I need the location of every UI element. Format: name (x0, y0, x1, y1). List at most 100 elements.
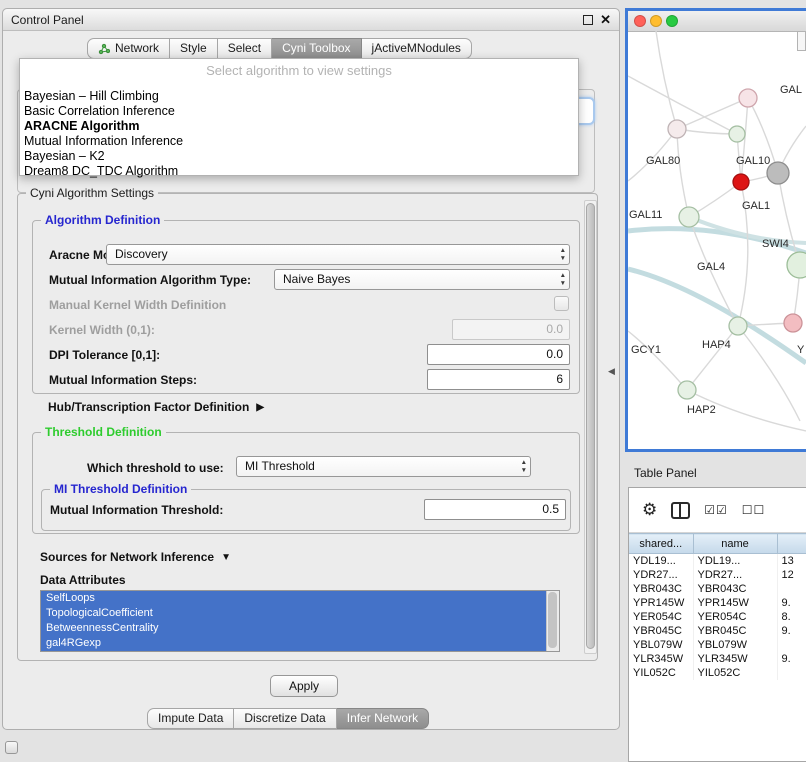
node-table: shared...name YDL19...YDL19...13YDR27...… (629, 533, 806, 680)
tab-discretize-data[interactable]: Discretize Data (234, 708, 336, 729)
network-node-label: HAP2 (687, 404, 716, 416)
network-edge[interactable] (656, 31, 677, 129)
network-node[interactable] (767, 162, 789, 184)
splitter-collapse-arrow[interactable]: ◀ (608, 366, 615, 377)
network-node[interactable] (729, 317, 747, 335)
kernel-width-field[interactable]: 0.0 (452, 319, 570, 340)
table-row[interactable]: YDR27...YDR27...12 (629, 568, 806, 582)
which-threshold-select[interactable]: MI Threshold ▲▼ (236, 456, 531, 477)
collapsed-panel-icon[interactable] (5, 741, 18, 754)
algorithm-option[interactable]: Dream8 DC_TDC Algorithm (20, 164, 578, 179)
attribute-row[interactable]: BetweennessCentrality (41, 621, 547, 636)
algorithm-definition-title: Algorithm Definition (41, 213, 164, 228)
which-threshold-label: Which threshold to use: (87, 461, 224, 475)
network-canvas[interactable]: GALGAL80GAL10GAL11GAL1SWI4GAL4GCY1HAP4HA… (628, 31, 806, 452)
network-edge[interactable] (677, 129, 689, 217)
table-row[interactable]: YBR045CYBR045C9. (629, 624, 806, 638)
deselect-all-rows-icon[interactable]: ☐☐ (742, 503, 766, 517)
table-row[interactable]: YIL052CYIL052C (629, 666, 806, 680)
table-row[interactable]: YLR345WYLR345W9. (629, 652, 806, 666)
tab-impute-data[interactable]: Impute Data (147, 708, 234, 729)
algorithm-option[interactable]: Mutual Information Inference (20, 134, 578, 149)
sources-disclosure[interactable]: Sources for Network Inference ▼ (40, 550, 231, 564)
mi-threshold-field[interactable]: 0.5 (424, 499, 566, 520)
mi-steps-field[interactable]: 6 (427, 369, 570, 390)
algorithm-option[interactable]: ARACNE Algorithm (20, 119, 578, 134)
network-node[interactable] (729, 126, 745, 142)
zoom-traffic-light-icon[interactable] (666, 15, 678, 27)
network-node-label: GAL11 (629, 209, 662, 221)
data-attributes-list: SelfLoopsTopologicalCoefficientBetweenne… (40, 590, 560, 652)
mi-type-value: Naive Bayes (283, 272, 350, 286)
apply-button[interactable]: Apply (270, 675, 338, 697)
dpi-tolerance-field[interactable]: 0.0 (427, 344, 570, 365)
tab-cyni-toolbox[interactable]: Cyni Toolbox (272, 38, 361, 59)
table-body: YDL19...YDL19...13YDR27...YDR27...12YBR0… (629, 554, 806, 681)
table-row[interactable]: YBR043CYBR043C (629, 582, 806, 596)
table-row[interactable]: YBL079WYBL079W (629, 638, 806, 652)
combo-stepper-icon: ▲▼ (560, 247, 566, 263)
algorithm-option[interactable]: Bayesian – K2 (20, 149, 578, 164)
manual-kernel-checkbox[interactable] (554, 296, 569, 311)
tab-infer-network[interactable]: Infer Network (337, 708, 429, 729)
network-node[interactable] (733, 174, 749, 190)
aracne-mode-value: Discovery (115, 247, 168, 261)
network-scrollbar-fragment[interactable] (797, 31, 806, 51)
data-attributes-rows: SelfLoopsTopologicalCoefficientBetweenne… (41, 591, 547, 651)
tab-infer-network-label: Infer Network (347, 708, 418, 729)
expanded-arrow-icon: ▼ (221, 552, 231, 563)
network-node[interactable] (739, 89, 757, 107)
close-window-icon[interactable]: ✕ (600, 14, 611, 26)
hub-definition-disclosure[interactable]: Hub/Transcription Factor Definition ▶ (48, 400, 264, 414)
settings-scrollbar-thumb[interactable] (586, 203, 595, 649)
tab-jactivemnodules[interactable]: jActiveMNodules (362, 38, 472, 59)
manual-kernel-label: Manual Kernel Width Definition (49, 298, 226, 312)
algorithm-option[interactable]: Bayesian – Hill Climbing (20, 89, 578, 104)
float-window-icon[interactable] (583, 15, 593, 25)
close-traffic-light-icon[interactable] (634, 15, 646, 27)
network-node-label: GCY1 (631, 344, 661, 356)
tab-style[interactable]: Style (170, 38, 218, 59)
tab-select[interactable]: Select (218, 38, 272, 59)
network-node[interactable] (784, 314, 802, 332)
attribute-row[interactable]: TopologicalCoefficient (41, 606, 547, 621)
network-node-label: SWI4 (762, 238, 789, 250)
control-panel-titlebar[interactable]: Control Panel ✕ (3, 9, 619, 31)
network-edge[interactable] (687, 326, 738, 390)
mi-type-select[interactable]: Naive Bayes ▲▼ (274, 269, 570, 290)
column-header[interactable] (777, 534, 806, 554)
dpi-tolerance-label: DPI Tolerance [0,1]: (49, 348, 160, 362)
network-node[interactable] (668, 120, 686, 138)
columns-icon[interactable] (671, 502, 690, 519)
algorithm-option[interactable]: Basic Correlation Inference (20, 104, 578, 119)
minimize-traffic-light-icon[interactable] (650, 15, 662, 27)
table-row[interactable]: YPR145WYPR145W9. (629, 596, 806, 610)
table-row[interactable]: YDL19...YDL19...13 (629, 554, 806, 569)
network-node[interactable] (678, 381, 696, 399)
attribute-row[interactable]: gal4RGexp (41, 636, 547, 651)
column-header[interactable]: name (693, 534, 777, 554)
table-row[interactable]: YER054CYER054C8. (629, 610, 806, 624)
bottom-tabbar: Impute Data Discretize Data Infer Networ… (147, 708, 429, 729)
network-window-titlebar[interactable] (628, 11, 806, 32)
tab-network[interactable]: Network (87, 38, 170, 59)
settings-scrollbar[interactable] (584, 200, 597, 654)
network-node[interactable] (679, 207, 699, 227)
gear-icon[interactable]: ⚙ (642, 500, 657, 520)
select-all-rows-icon[interactable]: ☑☑ (704, 503, 728, 517)
threshold-definition-group: Threshold Definition Which threshold to … (32, 432, 580, 534)
aracne-mode-select[interactable]: Discovery ▲▼ (106, 244, 570, 265)
attributes-scrollbar-thumb[interactable] (548, 592, 557, 648)
network-node[interactable] (787, 252, 806, 278)
hub-definition-label: Hub/Transcription Factor Definition (48, 400, 249, 414)
attributes-scrollbar[interactable] (546, 591, 559, 651)
network-edge[interactable] (677, 98, 748, 129)
network-tab-icon (98, 43, 110, 55)
column-header[interactable]: shared... (629, 534, 693, 554)
mi-type-label: Mutual Information Algorithm Type: (49, 273, 251, 287)
algorithm-definition-group: Algorithm Definition Aracne Mode: Discov… (32, 220, 580, 394)
network-view-window[interactable]: GALGAL80GAL10GAL11GAL1SWI4GAL4GCY1HAP4HA… (625, 8, 806, 452)
attribute-row[interactable]: SelfLoops (41, 591, 547, 606)
network-edge[interactable] (628, 331, 687, 390)
network-node-label: GAL80 (646, 155, 680, 167)
